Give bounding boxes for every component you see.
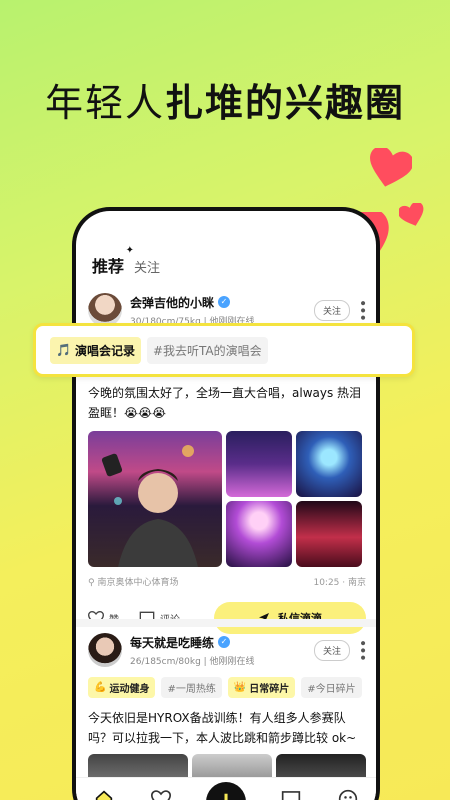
tag-concert-hashtag[interactable]: #我去听TA的演唱会 bbox=[146, 336, 268, 364]
verified-icon: ✓ bbox=[218, 636, 231, 648]
headline: 年轻人扎堆的兴趣圈 bbox=[0, 72, 450, 127]
bottom-nav: + bbox=[76, 777, 376, 800]
tab-recommend[interactable]: 推荐 ✦ bbox=[92, 245, 134, 277]
post-card[interactable]: 每天就是吃睡练 ✓ 26/185cm/80kg | 他刚刚在线 关注 ••• 💪 运… bbox=[88, 633, 370, 794]
follow-button[interactable]: 关注 bbox=[313, 639, 350, 661]
heart-medium-icon bbox=[370, 148, 412, 187]
person-selfie-icon bbox=[101, 445, 198, 567]
nav-home-icon[interactable] bbox=[93, 788, 115, 800]
crown-icon: 👑 bbox=[233, 682, 247, 693]
headline-bold: 扎堆的兴趣圈 bbox=[165, 81, 406, 125]
nav-message-icon[interactable] bbox=[280, 788, 302, 800]
image-grid bbox=[88, 431, 366, 567]
feed-tabs: 推荐 ✦ 关注 bbox=[92, 245, 160, 277]
tag-concert-record[interactable]: 🎵 演唱会记录 bbox=[50, 336, 141, 364]
phone-frame: 推荐 ✦ 关注 会弹吉他的小眯 ✓ 30/180cm/75kg | 他刚刚在线 关… bbox=[72, 207, 380, 800]
concert-crowd-image[interactable] bbox=[296, 501, 362, 567]
more-icon[interactable]: ••• bbox=[354, 639, 370, 661]
avatar[interactable] bbox=[88, 293, 122, 327]
concert-lightsticks-image[interactable] bbox=[226, 431, 292, 497]
tab-recommend-label: 推荐 bbox=[92, 257, 125, 276]
post-text: 今天依旧是HYROX备战训练！有人组多人参赛队吗？可以拉我一下，本人波比跳和箭步… bbox=[88, 711, 357, 745]
more-icon[interactable]: ••• bbox=[354, 299, 370, 321]
post-text: 今晚的氛围太好了，全场一直大合唱，always 热泪盈眶！😭😭😭 bbox=[88, 386, 362, 420]
dm-button[interactable]: 私信滴滴 bbox=[214, 602, 366, 634]
post-divider bbox=[76, 619, 376, 627]
nav-heart-icon[interactable] bbox=[150, 788, 172, 800]
tag-weekly[interactable]: #一周热练 bbox=[161, 677, 222, 698]
verified-icon: ✓ bbox=[218, 296, 231, 308]
headline-normal: 年轻人 bbox=[44, 81, 165, 125]
post-time: 10:25 · 南京 bbox=[313, 578, 366, 588]
muscle-icon: 💪 bbox=[94, 682, 107, 693]
featured-tag-strip: 🎵 演唱会记录 #我去听TA的演唱会 bbox=[33, 323, 415, 377]
concert-selfie-image[interactable] bbox=[88, 431, 222, 567]
tag-daily[interactable]: 👑 日常碎片 bbox=[227, 677, 296, 698]
tag-fitness[interactable]: 💪 运动健身 bbox=[88, 677, 156, 698]
nav-plus-button[interactable]: + bbox=[205, 782, 246, 800]
heart-small-icon bbox=[399, 203, 424, 226]
nav-profile-icon[interactable] bbox=[337, 788, 359, 800]
avatar[interactable] bbox=[88, 633, 122, 667]
concert-lights-image[interactable] bbox=[226, 501, 292, 567]
location: ⚲ 南京奥体中心体育场 bbox=[88, 578, 179, 588]
tab-following[interactable]: 关注 bbox=[134, 257, 160, 276]
post-author: 会弹吉他的小眯 ✓ 30/180cm/75kg | 他刚刚在线 关注 ••• bbox=[88, 293, 370, 327]
post-author: 每天就是吃睡练 ✓ 26/185cm/80kg | 他刚刚在线 关注 ••• bbox=[88, 633, 370, 667]
post-tags: 💪 运动健身 #一周热练 👑 日常碎片 #今日碎片 bbox=[88, 677, 366, 698]
music-note-icon: 🎵 bbox=[56, 343, 71, 357]
author-meta: 26/185cm/80kg | 他刚刚在线 bbox=[130, 656, 255, 667]
tag-today[interactable]: #今日碎片 bbox=[301, 677, 362, 698]
post-location-row: ⚲ 南京奥体中心体育场 10:25 · 南京 bbox=[88, 575, 366, 588]
sparkle-icon: ✦ bbox=[125, 245, 135, 256]
phone-screen: 推荐 ✦ 关注 会弹吉他的小眯 ✓ 30/180cm/75kg | 他刚刚在线 关… bbox=[76, 211, 376, 800]
post-actions: 赞 评论 私信滴滴 bbox=[88, 602, 366, 634]
follow-button[interactable]: 关注 bbox=[313, 299, 350, 321]
concert-stage-image[interactable] bbox=[296, 431, 362, 497]
author-name[interactable]: 会弹吉他的小眯 bbox=[130, 294, 214, 311]
author-name[interactable]: 每天就是吃睡练 bbox=[130, 634, 214, 651]
